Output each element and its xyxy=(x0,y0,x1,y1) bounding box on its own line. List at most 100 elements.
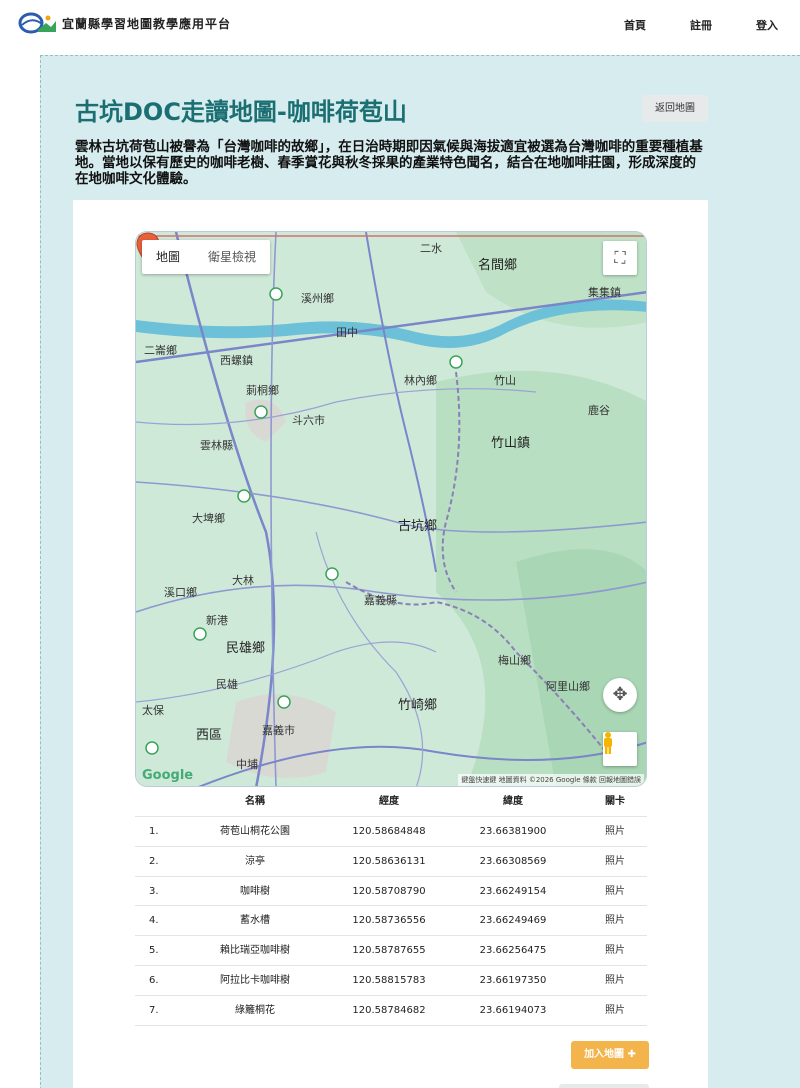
row-index: 1. xyxy=(149,826,159,837)
table-row: 3. 咖啡樹 120.58708790 23.66249154 照片 xyxy=(135,877,647,907)
map-label: 莿桐鄉 xyxy=(246,384,279,397)
map-label: 雲林縣 xyxy=(200,439,233,452)
map-label: 竹山 xyxy=(494,374,516,387)
map-label: 大林 xyxy=(232,574,254,587)
row-name: 綠籬桐花 xyxy=(235,1004,275,1016)
row-lng: 120.58787655 xyxy=(352,945,426,957)
col-lat-header: 緯度 xyxy=(503,796,523,807)
map-label: 嘉義縣 xyxy=(364,594,397,607)
map-label: 民雄鄉 xyxy=(226,641,266,656)
map-label: 古坑鄉 xyxy=(398,519,438,534)
row-photo-link[interactable]: 照片 xyxy=(583,906,647,935)
row-name: 涼亭 xyxy=(245,855,265,867)
page-title: 古坑DOC走讀地圖-咖啡荷苞山 xyxy=(75,98,407,126)
map-label: 鹿谷 xyxy=(588,404,610,417)
row-lng: 120.58784682 xyxy=(352,1004,426,1016)
row-name: 荷苞山桐花公園 xyxy=(220,826,290,837)
map-label: 新港 xyxy=(206,614,228,627)
table-row: 2. 涼亭 120.58636131 23.66308569 照片 xyxy=(135,847,647,877)
map-label: 斗六市 xyxy=(292,414,325,427)
row-photo-link[interactable]: 照片 xyxy=(583,996,647,1025)
pegman-icon xyxy=(604,732,612,754)
row-lat: 23.66256475 xyxy=(479,945,547,957)
nav-register[interactable]: 註冊 xyxy=(690,17,712,33)
map-type-satellite-button[interactable]: 衛星檢視 xyxy=(194,240,270,274)
row-index: 3. xyxy=(149,885,159,897)
table-header: 名稱 經度 緯度 關卡 xyxy=(135,787,647,817)
row-photo-link[interactable]: 照片 xyxy=(583,847,647,876)
row-lng: 120.58636131 xyxy=(352,855,426,867)
map-label: 田中 xyxy=(336,326,358,339)
map-view[interactable]: 名間鄉 集集鎮 竹山鎮 古坑鄉 民雄鄉 竹崎鄉 西區 二崙鄉 西螺鎮 莿桐鄉 林… xyxy=(135,231,647,787)
page-description: 雲林古坑荷苞山被譽為「台灣咖啡的故鄉」，在日治時期即因氣候與海拔適宜被選為台灣咖… xyxy=(75,139,703,187)
content-card: 名間鄉 集集鎮 竹山鎮 古坑鄉 民雄鄉 竹崎鄉 西區 二崙鄉 西螺鎮 莿桐鄉 林… xyxy=(73,200,708,1088)
row-name: 咖啡樹 xyxy=(240,885,270,897)
google-logo: Google xyxy=(142,768,194,783)
table-row: 1. 荷苞山桐花公園 120.58684848 23.66381900 照片 xyxy=(135,817,647,847)
nav-home[interactable]: 首頁 xyxy=(624,17,646,33)
row-lat: 23.66249469 xyxy=(479,915,547,927)
row-index: 7. xyxy=(149,1004,159,1016)
row-lng: 120.58708790 xyxy=(352,885,426,897)
points-table: 名稱 經度 緯度 關卡 1. 荷苞山桐花公園 120.58684848 23.6… xyxy=(135,787,647,1026)
map-type-control: 地圖 衛星檢視 xyxy=(142,240,271,274)
map-label: 溪州鄉 xyxy=(301,292,334,305)
site-brand[interactable]: 宜蘭縣學習地圖教學應用平台 xyxy=(62,15,231,32)
map-label: 阿里山鄉 xyxy=(546,680,590,693)
map-label: 二水 xyxy=(420,242,442,255)
row-index: 2. xyxy=(149,855,159,867)
map-label: 溪口鄉 xyxy=(164,586,197,599)
row-photo-link[interactable]: 照片 xyxy=(583,966,647,995)
table-row: 4. 蓄水槽 120.58736556 23.66249469 照片 xyxy=(135,906,647,937)
add-to-map-button[interactable]: 加入地圖 ✚ xyxy=(571,1041,649,1069)
row-name: 蓄水槽 xyxy=(240,915,270,927)
row-photo-link[interactable]: 照片 xyxy=(583,877,647,906)
row-name: 賴比瑞亞咖啡樹 xyxy=(220,945,290,957)
map-label: 大埤鄉 xyxy=(192,512,225,525)
col-name-header: 名稱 xyxy=(245,796,265,807)
row-lat: 23.66308569 xyxy=(479,855,547,867)
street-view-button[interactable] xyxy=(603,732,637,766)
row-lng: 120.58684848 xyxy=(352,826,426,837)
map-label: 西螺鎮 xyxy=(220,354,253,367)
col-stage-header: 關卡 xyxy=(605,796,625,807)
top-navbar: 宜蘭縣學習地圖教學應用平台 首頁 註冊 登入 xyxy=(0,0,800,48)
map-attribution[interactable]: 鍵盤快速鍵 地圖資料 ©2026 Google 條款 回報地圖錯誤 xyxy=(458,774,644,786)
map-label: 西區 xyxy=(196,728,223,743)
row-lng: 120.58815783 xyxy=(352,974,426,986)
table-row: 6. 阿拉比卡咖啡樹 120.58815783 23.66197350 照片 xyxy=(135,966,647,996)
row-index: 5. xyxy=(149,945,159,957)
site-logo-icon[interactable] xyxy=(18,12,58,34)
row-lat: 23.66194073 xyxy=(479,1004,547,1016)
table-row: 7. 綠籬桐花 120.58784682 23.66194073 照片 xyxy=(135,996,647,1026)
row-index: 6. xyxy=(149,974,159,986)
secondary-button[interactable] xyxy=(559,1084,649,1088)
map-label: 名間鄉 xyxy=(478,258,518,273)
fullscreen-icon[interactable]: ⛶ xyxy=(603,241,637,275)
row-index: 4. xyxy=(149,915,159,927)
row-photo-link[interactable]: 照片 xyxy=(583,936,647,965)
row-lng: 120.58736556 xyxy=(352,915,426,927)
main-panel: 古坑DOC走讀地圖-咖啡荷苞山 返回地圖 雲林古坑荷苞山被譽為「台灣咖啡的故鄉」… xyxy=(40,55,800,1088)
map-label: 集集鎮 xyxy=(588,286,621,299)
map-label: 梅山鄉 xyxy=(498,654,531,667)
map-label: 太保 xyxy=(142,704,164,717)
map-label: 竹崎鄉 xyxy=(398,698,438,713)
row-lat: 23.66197350 xyxy=(479,974,547,986)
back-to-map-button[interactable]: 返回地圖 xyxy=(642,95,708,122)
col-index-header xyxy=(135,787,175,816)
map-label: 竹山鎮 xyxy=(491,436,531,451)
row-name: 阿拉比卡咖啡樹 xyxy=(220,974,290,986)
row-lat: 23.66249154 xyxy=(479,885,547,897)
map-label: 嘉義市 xyxy=(262,724,295,737)
col-lng-header: 經度 xyxy=(379,796,399,807)
row-lat: 23.66381900 xyxy=(479,826,547,837)
map-type-map-button[interactable]: 地圖 xyxy=(142,240,194,274)
nav-login[interactable]: 登入 xyxy=(756,17,778,33)
map-label: 中埔 xyxy=(236,758,258,771)
row-photo-link[interactable]: 照片 xyxy=(583,817,647,846)
map-label: 林內鄉 xyxy=(404,374,437,387)
map-label: 二崙鄉 xyxy=(144,344,177,357)
table-row: 5. 賴比瑞亞咖啡樹 120.58787655 23.66256475 照片 xyxy=(135,936,647,966)
camera-control-icon[interactable]: ✥ xyxy=(603,678,637,712)
